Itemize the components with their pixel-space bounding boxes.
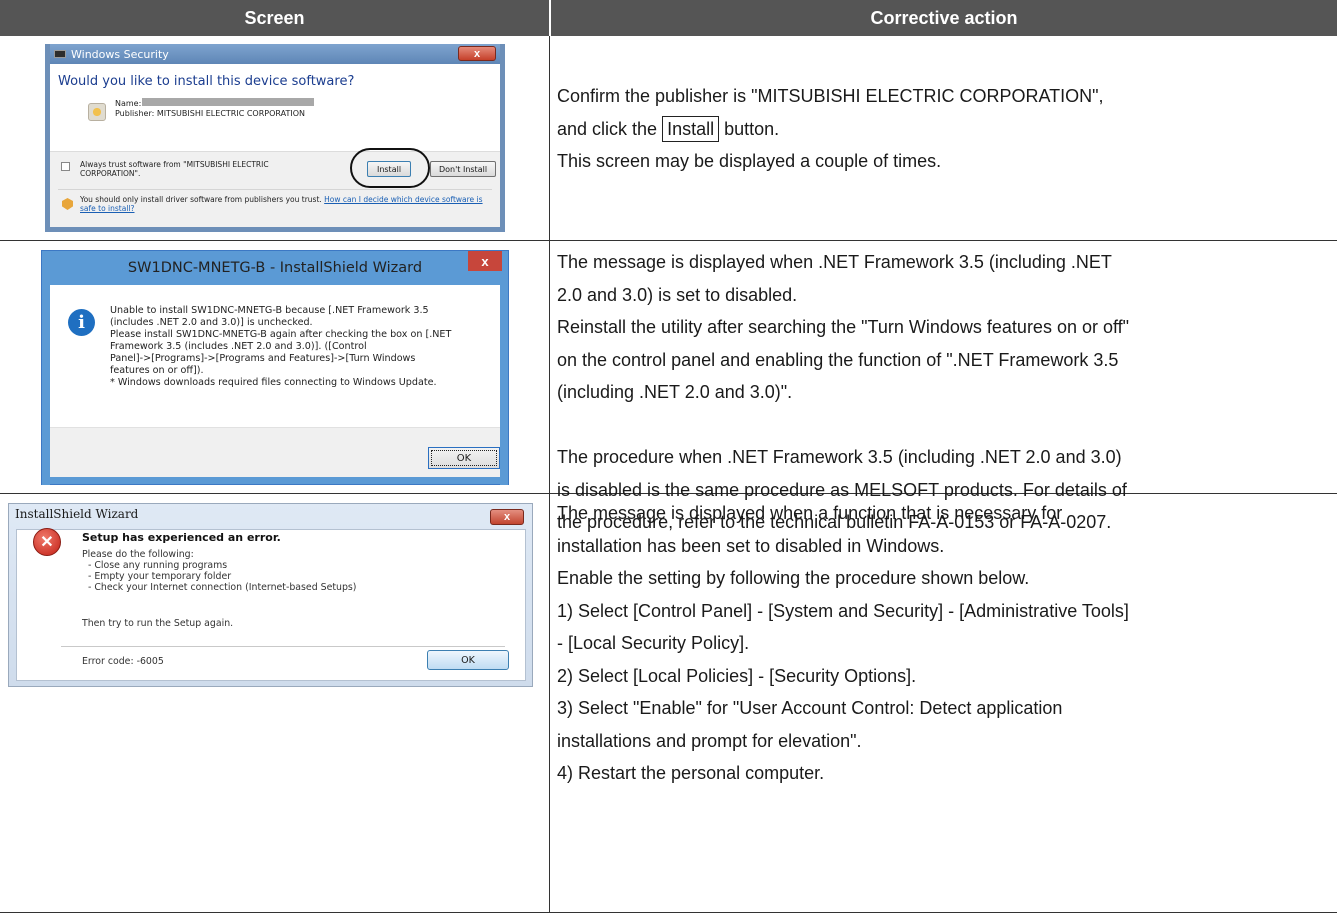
installshield-net-dialog: SW1DNC-MNETG-B - InstallShield Wizard x … [41,250,509,485]
message-line: Please install SW1DNC-MNETG-B again afte… [110,329,452,340]
action-cell-2: The message is displayed when .NET Frame… [557,246,1333,539]
action-text: - [Local Security Policy]. [557,633,750,653]
action-text: 2) Select [Local Policies] - [Security O… [557,665,917,686]
windows-security-dialog: Windows Security x Would you like to ins… [45,44,505,232]
always-trust-checkbox[interactable] [61,162,70,171]
ok-button[interactable]: OK [427,650,509,670]
install-question: Would you like to install this device so… [58,74,355,89]
info-icon: i [68,309,95,336]
window-frame [500,285,508,485]
redacted-name [142,98,314,106]
message-line: (includes .NET 2.0 and 3.0)] is unchecke… [110,317,313,328]
close-icon[interactable]: x [490,509,524,525]
trust-note: You should only install driver software … [80,195,490,213]
action-text: 2.0 and 3.0) is set to disabled. [557,284,798,305]
message-line: * Windows downloads required files conne… [110,377,437,388]
action-text: Reinstall the utility after searching th… [557,317,1130,337]
close-icon[interactable]: x [468,251,502,271]
action-text: Confirm the publisher is "MITSUBISHI ELE… [557,86,1104,106]
always-trust-label: Always trust software from "MITSUBISHI E… [80,160,269,178]
window-frame [42,476,508,484]
action-cell-1: Confirm the publisher is "MITSUBISHI ELE… [557,80,1333,178]
action-text: and click the Install button. [557,113,1333,146]
window-icon [54,50,66,58]
action-text-fragment: button. [724,118,780,139]
message-line: features on or off]). [110,365,204,376]
device-software-icon [88,103,106,121]
ok-button[interactable]: OK [428,447,500,469]
instruction-line: - Check your Internet connection (Intern… [88,582,357,593]
close-icon[interactable]: x [458,46,496,61]
header-corrective-action: Corrective action [551,0,1337,36]
footer-divider [58,189,492,190]
header-screen: Screen [0,0,549,36]
action-text: on the control panel and enabling the fu… [557,349,1119,370]
dont-install-button[interactable]: Don't Install [430,161,496,177]
always-trust-line-2: CORPORATION". [80,169,141,178]
dialog-titlebar: Windows Security [50,44,500,64]
action-text: 3) Select "Enable" for "User Account Con… [557,698,1063,718]
publisher-label: Publisher: MITSUBISHI ELECTRIC CORPORATI… [115,109,306,118]
retry-instruction: Then try to run the Setup again. [82,618,234,629]
message-line: Panel]->[Programs]->[Programs and Featur… [110,353,416,364]
install-button[interactable]: Install [367,161,411,177]
message-line: Framework 3.5 (includes .NET 2.0 and 3.0… [110,341,367,352]
trust-note-text: You should only install driver software … [80,195,322,204]
action-text: Enable the setting by following the proc… [557,568,1030,588]
net-framework-message: Unable to install SW1DNC-MNETG-B because… [110,305,500,389]
action-text: installation has been set to disabled in… [557,535,945,556]
row-divider [0,240,1337,241]
action-text: installations and prompt for elevation". [557,730,862,751]
action-text: 1) Select [Control Panel] - [System and … [557,600,1129,621]
dialog-title: SW1DNC-MNETG-B - InstallShield Wizard [42,251,508,285]
always-trust-line-1: Always trust software from "MITSUBISHI E… [80,160,269,169]
name-label: Name: [115,99,142,108]
action-text: The message is displayed when .NET Frame… [557,252,1112,272]
dialog-title: InstallShield Wizard [15,507,139,521]
action-text: The message is displayed when a function… [557,503,1063,523]
dialog-body: Would you like to install this device so… [50,64,500,227]
message-line: Unable to install SW1DNC-MNETG-B because… [110,305,429,316]
action-text: (including .NET 2.0 and 3.0)". [557,382,793,402]
instruction-line: - Close any running programs [88,560,228,571]
error-icon: ✕ [33,528,61,556]
corrective-action-table: Screen Corrective action Windows Securit… [0,0,1337,913]
error-instructions: Please do the following: - Close any run… [82,549,502,593]
action-text: The procedure when .NET Framework 3.5 (i… [557,447,1122,467]
column-divider [549,36,550,913]
action-text [557,409,1333,442]
error-code: Error code: -6005 [82,656,164,667]
dialog-divider [61,646,505,647]
install-button-reference: Install [662,115,720,142]
instruction-line: - Empty your temporary folder [88,571,232,582]
window-frame [42,285,50,485]
error-heading: Setup has experienced an error. [82,531,281,544]
action-text-fragment: and click the [557,118,658,139]
action-cell-3: The message is displayed when a function… [557,497,1333,790]
action-text: This screen may be displayed a couple of… [557,151,942,171]
instruction-line: Please do the following: [82,549,194,560]
dialog-title: Windows Security [71,47,169,61]
action-text: 4) Restart the personal computer. [557,763,825,783]
